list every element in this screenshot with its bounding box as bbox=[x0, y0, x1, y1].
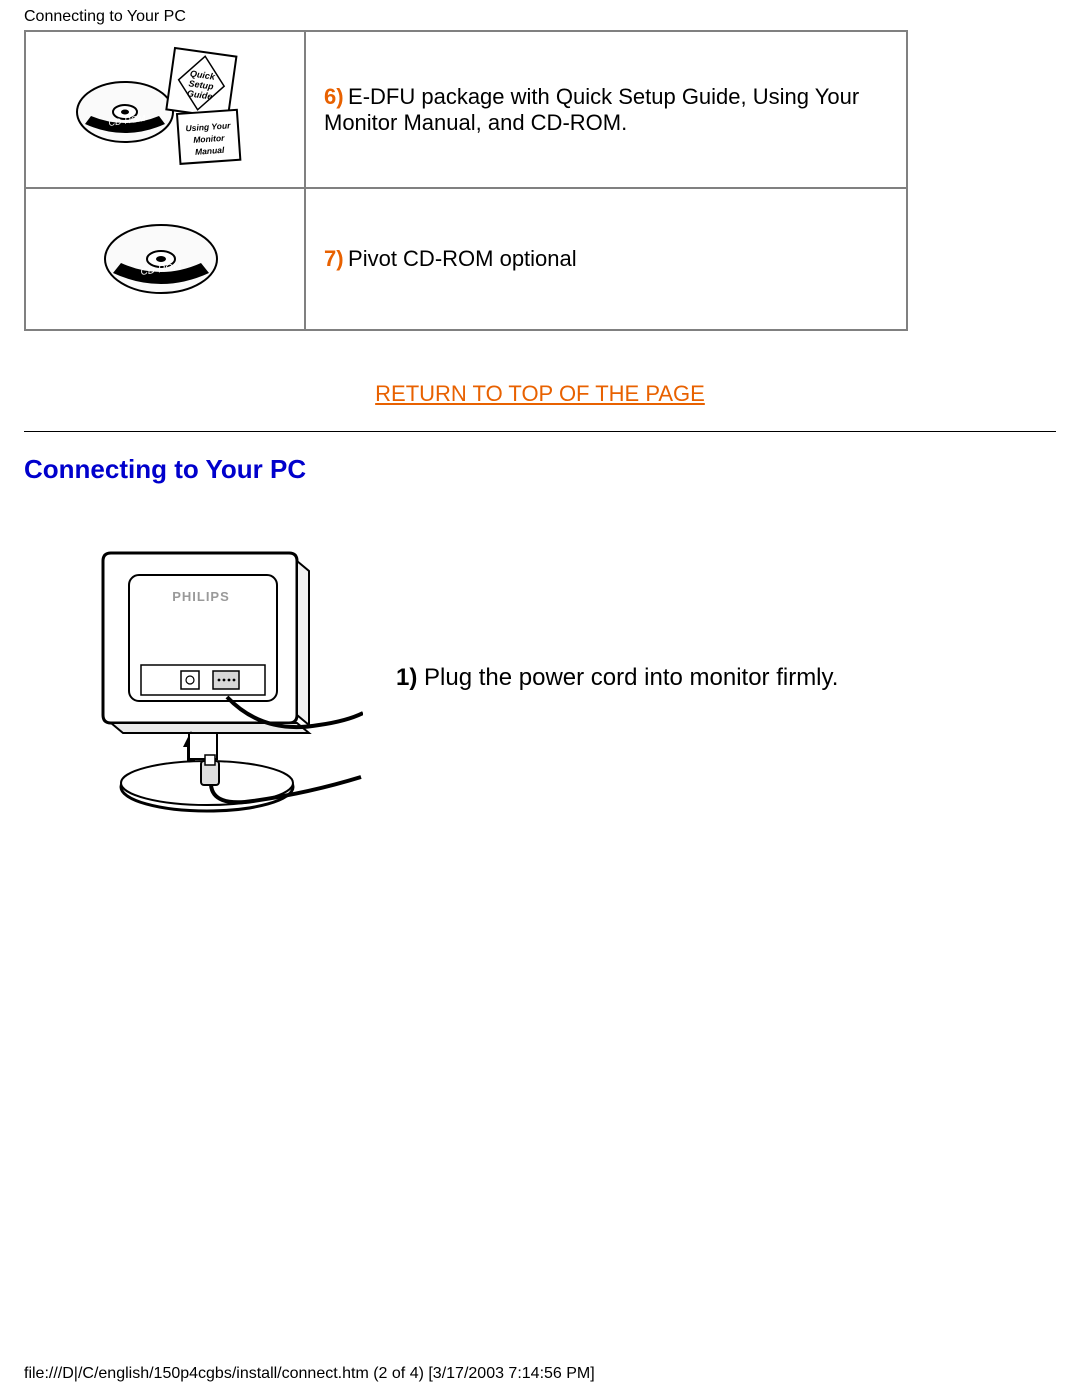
section-heading: Connecting to Your PC bbox=[24, 454, 1056, 485]
svg-text:Manual: Manual bbox=[195, 145, 226, 157]
footer-file-path: file:///D|/C/english/150p4cgbs/install/c… bbox=[24, 1365, 595, 1383]
item-7-desc-cell: 7) Pivot CD-ROM optional bbox=[305, 188, 907, 330]
step-1-text: 1) Plug the power cord into monitor firm… bbox=[396, 664, 838, 692]
item-description: E-DFU package with Quick Setup Guide, Us… bbox=[324, 84, 859, 135]
item-number: 6) bbox=[324, 84, 344, 109]
item-6-image-cell: CD-ROM Quick Setup Guide Using You bbox=[25, 31, 305, 188]
step-1-row: PHILIPS bbox=[60, 525, 1056, 830]
step-description: Plug the power cord into monitor firmly. bbox=[424, 664, 838, 691]
step-number: 1) bbox=[396, 664, 417, 691]
items-table: CD-ROM Quick Setup Guide Using You bbox=[24, 30, 908, 331]
return-link-wrap: RETURN TO TOP OF THE PAGE bbox=[24, 381, 1056, 407]
section-divider bbox=[24, 431, 1056, 432]
main-content: CD-ROM Quick Setup Guide Using You bbox=[0, 30, 1080, 830]
svg-text:PHILIPS: PHILIPS bbox=[172, 589, 230, 604]
item-number: 7) bbox=[324, 246, 344, 271]
table-row: CD-ROM Quick Setup Guide Using You bbox=[25, 31, 907, 188]
cdrom-icon: CD-ROM bbox=[85, 207, 245, 312]
page-header-title: Connecting to Your PC bbox=[0, 0, 1080, 30]
return-to-top-link[interactable]: RETURN TO TOP OF THE PAGE bbox=[375, 381, 705, 406]
table-row: CD-ROM 7) Pivot CD-ROM optional bbox=[25, 188, 907, 330]
item-7-image-cell: CD-ROM bbox=[25, 188, 305, 330]
edfu-package-icon: CD-ROM Quick Setup Guide Using You bbox=[65, 42, 265, 177]
item-description: Pivot CD-ROM optional bbox=[348, 246, 577, 271]
monitor-back-image: PHILIPS bbox=[60, 525, 366, 830]
item-6-desc-cell: 6) E-DFU package with Quick Setup Guide,… bbox=[305, 31, 907, 188]
